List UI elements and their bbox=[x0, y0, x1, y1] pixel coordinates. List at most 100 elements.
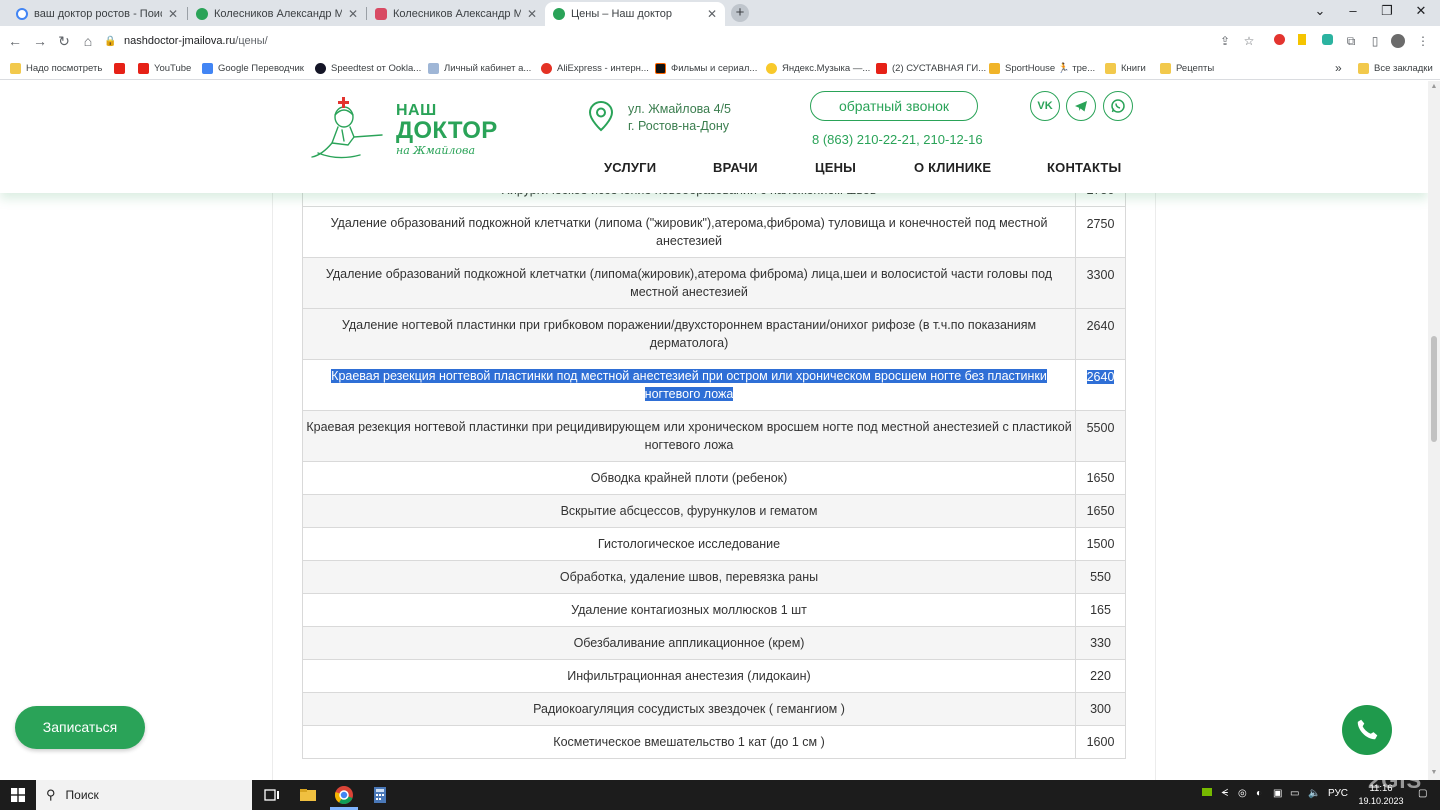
extension-yellow-icon[interactable] bbox=[1295, 34, 1309, 48]
battery-icon[interactable]: ▭ bbox=[1290, 788, 1299, 799]
scrollbar-thumb[interactable] bbox=[1431, 336, 1437, 442]
bookmark-item[interactable]: Google Переводчик bbox=[202, 60, 304, 76]
close-icon[interactable]: ✕ bbox=[348, 7, 358, 21]
book-appointment-button[interactable]: Записаться bbox=[15, 706, 145, 749]
service-price: 2750 bbox=[1086, 217, 1115, 231]
nvidia-tray-icon[interactable] bbox=[1202, 788, 1212, 799]
bookmark-item[interactable]: (2) СУСТАВНАЯ ГИ... bbox=[876, 60, 986, 76]
tab-search-chevron-icon[interactable]: ⌄ bbox=[1303, 0, 1337, 24]
cabinet-icon bbox=[428, 62, 439, 74]
scroll-up-arrow-icon[interactable]: ▲ bbox=[1430, 83, 1438, 90]
price-cell: 220 bbox=[1075, 659, 1126, 693]
minimize-icon[interactable]: – bbox=[1336, 0, 1370, 24]
bookmark-item[interactable]: SportHouse 🏃 тре... bbox=[989, 60, 1095, 76]
price-row: Удаление ногтевой пластинки при грибково… bbox=[301, 308, 1126, 360]
nav-doctors[interactable]: ВРАЧИ bbox=[713, 160, 758, 175]
home-icon[interactable]: ⌂ bbox=[79, 32, 97, 50]
back-arrow-icon[interactable]: ← bbox=[6, 32, 24, 50]
scroll-down-arrow-icon[interactable]: ▼ bbox=[1430, 769, 1438, 776]
close-icon[interactable]: ✕ bbox=[707, 7, 717, 21]
tray-app-icon[interactable]: ▣ bbox=[1273, 788, 1282, 799]
bookmark-item[interactable]: AliExpress - интерн... bbox=[541, 60, 649, 76]
bookmark-folder[interactable]: Книги bbox=[1105, 60, 1146, 76]
callback-button[interactable]: обратный звонок bbox=[810, 91, 978, 121]
bookmark-label: Книги bbox=[1121, 62, 1146, 74]
browser-tab-3[interactable]: Колесников Александр Михай ✕ bbox=[367, 2, 545, 26]
service-cell: Краевая резекция ногтевой пластинки под … bbox=[301, 359, 1077, 411]
tray-app-icon[interactable]: ᗕ bbox=[1221, 788, 1228, 799]
bookmark-star-icon[interactable]: ☆ bbox=[1242, 34, 1256, 48]
bookmark-item[interactable]: Яндекс.Музыка —... bbox=[766, 60, 870, 76]
price-cell: 1500 bbox=[1075, 527, 1126, 561]
page-viewport: Хирургическое иссечение новообразований … bbox=[0, 81, 1428, 780]
service-price: 165 bbox=[1090, 603, 1111, 617]
file-explorer-icon[interactable] bbox=[298, 785, 318, 805]
page-scrollbar[interactable]: ▲ ▼ bbox=[1428, 81, 1440, 780]
price-cell: 1650 bbox=[1075, 461, 1126, 495]
tab-title: Колесников Александр Михай bbox=[393, 8, 521, 20]
nav-about[interactable]: О КЛИНИКЕ bbox=[914, 160, 991, 175]
nav-contacts[interactable]: КОНТАКТЫ bbox=[1047, 160, 1121, 175]
browser-tab-2[interactable]: Колесников Александр Михай ✕ bbox=[188, 2, 366, 26]
tray-app-icon[interactable]: ◎ bbox=[1238, 788, 1247, 799]
menu-kebab-icon[interactable]: ⋮ bbox=[1416, 34, 1430, 48]
reload-icon[interactable]: ↻ bbox=[55, 32, 73, 50]
bookmark-item[interactable]: Личный кабинет а... bbox=[428, 60, 531, 76]
nav-prices[interactable]: ЦЕНЫ bbox=[815, 160, 856, 175]
window-close-icon[interactable]: ✕ bbox=[1404, 0, 1438, 24]
share-icon[interactable]: ⇪ bbox=[1218, 34, 1232, 48]
service-name: Гистологическое исследование bbox=[597, 537, 781, 551]
extension-teal-icon[interactable] bbox=[1320, 34, 1334, 48]
browser-tab-strip: ваш доктор ростов - Поиск в G ✕ Колесник… bbox=[0, 0, 1440, 26]
whatsapp-icon[interactable] bbox=[1103, 91, 1133, 121]
price-cell: 550 bbox=[1075, 560, 1126, 594]
service-price: 1650 bbox=[1086, 471, 1115, 485]
bookmark-folder[interactable]: Рецепты bbox=[1160, 60, 1214, 76]
task-view-icon[interactable] bbox=[262, 785, 282, 805]
input-language[interactable]: РУС bbox=[1328, 788, 1348, 799]
folder-icon bbox=[1105, 62, 1116, 74]
close-icon[interactable]: ✕ bbox=[527, 7, 537, 21]
windows-start-icon[interactable] bbox=[0, 780, 36, 810]
service-cell: Обработка, удаление швов, перевязка раны bbox=[301, 560, 1077, 594]
forward-arrow-icon[interactable]: → bbox=[31, 32, 49, 50]
bookmarks-overflow-chevron-icon[interactable]: » bbox=[1335, 60, 1342, 76]
close-icon[interactable]: ✕ bbox=[168, 7, 178, 21]
clock-date[interactable]: 19.10.2023 bbox=[1352, 796, 1410, 806]
tab-title: ваш доктор ростов - Поиск в G bbox=[34, 8, 162, 20]
price-row: Косметическое вмешательство 1 кат (до 1 … bbox=[301, 725, 1126, 759]
bookmark-item[interactable]: Фильмы и сериал... bbox=[655, 60, 757, 76]
service-name: Обработка, удаление швов, перевязка раны bbox=[559, 570, 819, 584]
chrome-icon[interactable] bbox=[334, 785, 354, 805]
restore-icon[interactable]: ❐ bbox=[1370, 0, 1404, 24]
browser-tab-active[interactable]: Цены – Наш доктор ✕ bbox=[545, 2, 725, 26]
vk-icon[interactable]: VK bbox=[1030, 91, 1060, 121]
address-bar[interactable]: 🔒 nashdoctor-jmailova.ru /цены/ bbox=[104, 29, 1264, 53]
phone-numbers[interactable]: 8 (863) 210-22-21, 210-12-16 bbox=[812, 132, 983, 147]
volume-icon[interactable]: 🔈 bbox=[1308, 788, 1320, 799]
map-pin-icon bbox=[588, 100, 614, 132]
folder-icon bbox=[10, 62, 21, 74]
taskbar-search-input[interactable]: ⚲ Поиск bbox=[36, 780, 252, 810]
profile-avatar-icon[interactable] bbox=[1391, 34, 1405, 48]
tray-app-icon[interactable]: ◐ bbox=[1256, 788, 1262, 799]
phone-call-button[interactable] bbox=[1342, 705, 1392, 755]
all-bookmarks-folder[interactable]: Все закладки bbox=[1358, 60, 1433, 76]
service-cell: Косметическое вмешательство 1 кат (до 1 … bbox=[301, 725, 1077, 759]
bookmark-item[interactable] bbox=[114, 60, 130, 76]
prodoctorov-icon bbox=[375, 8, 387, 20]
telegram-icon[interactable] bbox=[1066, 91, 1096, 121]
price-row: Обезбаливание аппликационное (крем) 330 bbox=[301, 626, 1126, 660]
adblock-extension-icon[interactable] bbox=[1272, 34, 1286, 48]
nav-services[interactable]: УСЛУГИ bbox=[604, 160, 656, 175]
sidepanel-icon[interactable]: ▯ bbox=[1368, 34, 1382, 48]
calculator-icon[interactable] bbox=[370, 785, 390, 805]
bookmark-item[interactable]: YouTube bbox=[138, 60, 191, 76]
browser-tab-1[interactable]: ваш доктор ростов - Поиск в G ✕ bbox=[8, 2, 186, 26]
bookmark-label: Все закладки bbox=[1374, 62, 1433, 74]
extensions-puzzle-icon[interactable]: ⧉ bbox=[1344, 34, 1358, 48]
bookmark-folder[interactable]: Надо посмотреть bbox=[10, 60, 102, 76]
bookmark-item[interactable]: Speedtest от Ookla... bbox=[315, 60, 421, 76]
new-tab-plus-icon[interactable]: + bbox=[731, 4, 749, 22]
service-name: Удаление образований подкожной клетчатки… bbox=[325, 267, 1053, 299]
